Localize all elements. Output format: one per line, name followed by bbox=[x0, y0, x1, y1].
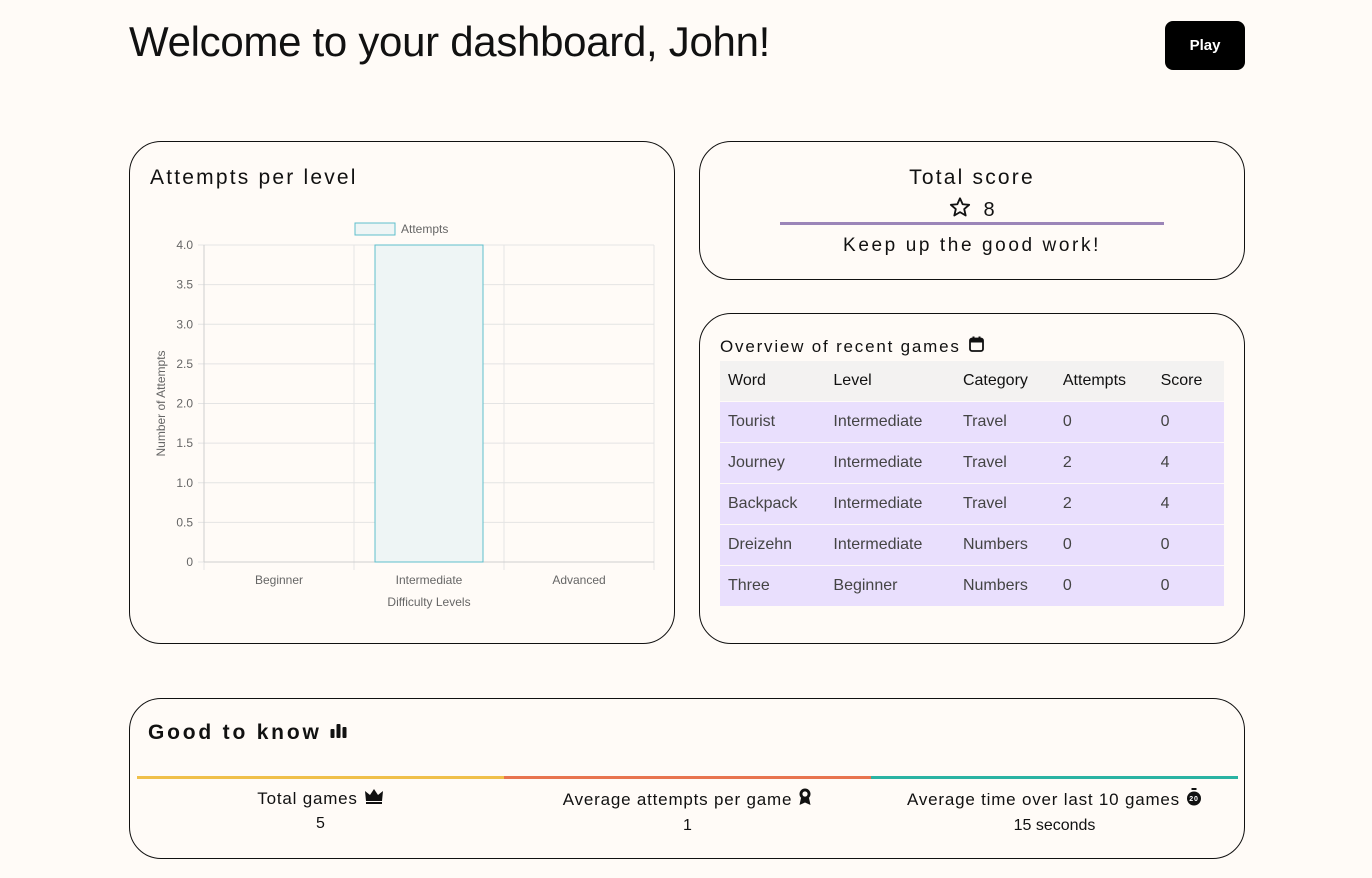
stat-average-time: Average time over last 10 games 20 15 se… bbox=[871, 776, 1238, 836]
cell-attempts: 0 bbox=[1054, 524, 1153, 566]
column-header-category: Category bbox=[954, 361, 1055, 402]
stat-label-row: Average time over last 10 games 20 bbox=[871, 788, 1238, 811]
table-row: Three Beginner Numbers 0 0 bbox=[720, 565, 1224, 606]
calendar-icon bbox=[968, 336, 984, 357]
star-icon bbox=[949, 196, 971, 224]
table-header-row: Word Level Category Attempts Score bbox=[720, 361, 1224, 402]
y-tick-label: 1.5 bbox=[176, 436, 193, 450]
cell-word: Three bbox=[720, 565, 826, 606]
legend-label: Attempts bbox=[401, 222, 448, 236]
y-tick-label: 0.5 bbox=[176, 515, 193, 529]
award-icon bbox=[798, 788, 812, 811]
y-tick-label: 1.0 bbox=[176, 476, 193, 490]
attempts-chart: 0 0.5 1.0 1.5 2.0 2.5 3.0 3.5 4.0 Beginner Interme… bbox=[154, 222, 655, 609]
cell-attempts: 2 bbox=[1054, 483, 1153, 525]
y-tick-label: 3.5 bbox=[176, 278, 193, 292]
cell-attempts: 0 bbox=[1054, 565, 1153, 606]
recent-games-table: Word Level Category Attempts Score Touri… bbox=[720, 361, 1224, 606]
bar-chart-icon bbox=[330, 721, 348, 745]
stat-value: 1 bbox=[683, 817, 692, 834]
cell-category: Travel bbox=[954, 442, 1055, 484]
column-header-word: Word bbox=[720, 361, 826, 402]
cell-score: 4 bbox=[1152, 483, 1224, 525]
attempts-card-title: Attempts per level bbox=[150, 166, 358, 189]
y-tick-label: 4.0 bbox=[176, 238, 193, 252]
crown-icon bbox=[364, 788, 384, 809]
stat-label-row: Total games bbox=[137, 788, 504, 809]
column-header-attempts: Attempts bbox=[1054, 361, 1153, 402]
y-tick-label: 2.5 bbox=[176, 357, 193, 371]
cell-level: Intermediate bbox=[825, 483, 955, 525]
x-axis-title: Difficulty Levels bbox=[387, 595, 470, 609]
cell-word: Dreizehn bbox=[720, 524, 826, 566]
legend-swatch bbox=[354, 222, 396, 236]
page-title: Welcome to your dashboard, John! bbox=[129, 18, 770, 65]
total-score-value: 8 bbox=[983, 198, 995, 221]
cell-score: 0 bbox=[1152, 524, 1224, 566]
recent-games-header: Overview of recent games bbox=[720, 336, 984, 357]
cell-word: Tourist bbox=[720, 401, 826, 443]
table-row: Journey Intermediate Travel 2 4 bbox=[720, 442, 1224, 484]
cell-score: 4 bbox=[1152, 442, 1224, 484]
stat-label: Average attempts per game bbox=[562, 789, 793, 809]
cell-category: Numbers bbox=[954, 524, 1055, 566]
cell-level: Intermediate bbox=[825, 442, 955, 484]
total-score-title: Total score bbox=[909, 166, 1035, 189]
bar-intermediate bbox=[374, 244, 484, 563]
cell-word: Backpack bbox=[720, 483, 826, 525]
score-row: 8 bbox=[700, 196, 1244, 224]
stat-accent-bar bbox=[871, 776, 1238, 779]
play-button[interactable]: Play bbox=[1165, 21, 1245, 70]
svg-text:20: 20 bbox=[1189, 796, 1198, 803]
score-message: Keep up the good work! bbox=[843, 235, 1101, 256]
cell-level: Intermediate bbox=[825, 401, 955, 443]
x-tick-label: Intermediate bbox=[396, 573, 463, 587]
recent-games-title: Overview of recent games bbox=[720, 336, 961, 356]
column-header-level: Level bbox=[825, 361, 955, 402]
column-header-score: Score bbox=[1152, 361, 1224, 402]
table-row: Backpack Intermediate Travel 2 4 bbox=[720, 483, 1224, 525]
good-to-know-header: Good to know bbox=[148, 721, 348, 745]
stat-label: Total games bbox=[257, 788, 358, 808]
y-tick-label: 2.0 bbox=[176, 397, 193, 411]
x-tick-label: Beginner bbox=[255, 573, 303, 587]
stat-total-games: Total games 5 bbox=[137, 776, 504, 836]
stopwatch-icon: 20 bbox=[1186, 788, 1202, 811]
stat-label-row: Average attempts per game bbox=[504, 788, 871, 811]
stat-value: 15 seconds bbox=[1013, 817, 1096, 834]
cell-level: Intermediate bbox=[825, 524, 955, 566]
table-row: Dreizehn Intermediate Numbers 0 0 bbox=[720, 524, 1224, 566]
recent-games-card: Overview of recent games Word Level Cate… bbox=[699, 313, 1245, 644]
cell-level: Beginner bbox=[825, 565, 955, 606]
y-axis-title: Number of Attempts bbox=[154, 350, 168, 456]
attempts-per-level-card: Attempts per level 0 0.5 1.0 1.5 2.0 2.5 3.0 3.… bbox=[129, 141, 675, 644]
cell-attempts: 2 bbox=[1054, 442, 1153, 484]
score-divider bbox=[780, 222, 1164, 225]
cell-score: 0 bbox=[1152, 401, 1224, 443]
stat-accent-bar bbox=[504, 776, 871, 779]
x-tick-label: Advanced bbox=[552, 573, 605, 587]
table-row: Tourist Intermediate Travel 0 0 bbox=[720, 401, 1224, 443]
cell-attempts: 0 bbox=[1054, 401, 1153, 443]
cell-category: Numbers bbox=[954, 565, 1055, 606]
cell-category: Travel bbox=[954, 401, 1055, 443]
cell-score: 0 bbox=[1152, 565, 1224, 606]
good-to-know-card: Good to know Total games 5 Average attem… bbox=[129, 698, 1245, 859]
stat-label: Average time over last 10 games bbox=[906, 789, 1180, 809]
good-to-know-title: Good to know bbox=[148, 721, 322, 744]
total-score-card: Total score 8 Keep up the good work! bbox=[699, 141, 1245, 280]
stat-value: 5 bbox=[316, 815, 325, 832]
cell-word: Journey bbox=[720, 442, 826, 484]
stat-average-attempts: Average attempts per game 1 bbox=[504, 776, 871, 836]
cell-category: Travel bbox=[954, 483, 1055, 525]
y-tick-label: 3.0 bbox=[176, 317, 193, 331]
stat-accent-bar bbox=[137, 776, 504, 779]
y-tick-label: 0 bbox=[186, 555, 193, 569]
